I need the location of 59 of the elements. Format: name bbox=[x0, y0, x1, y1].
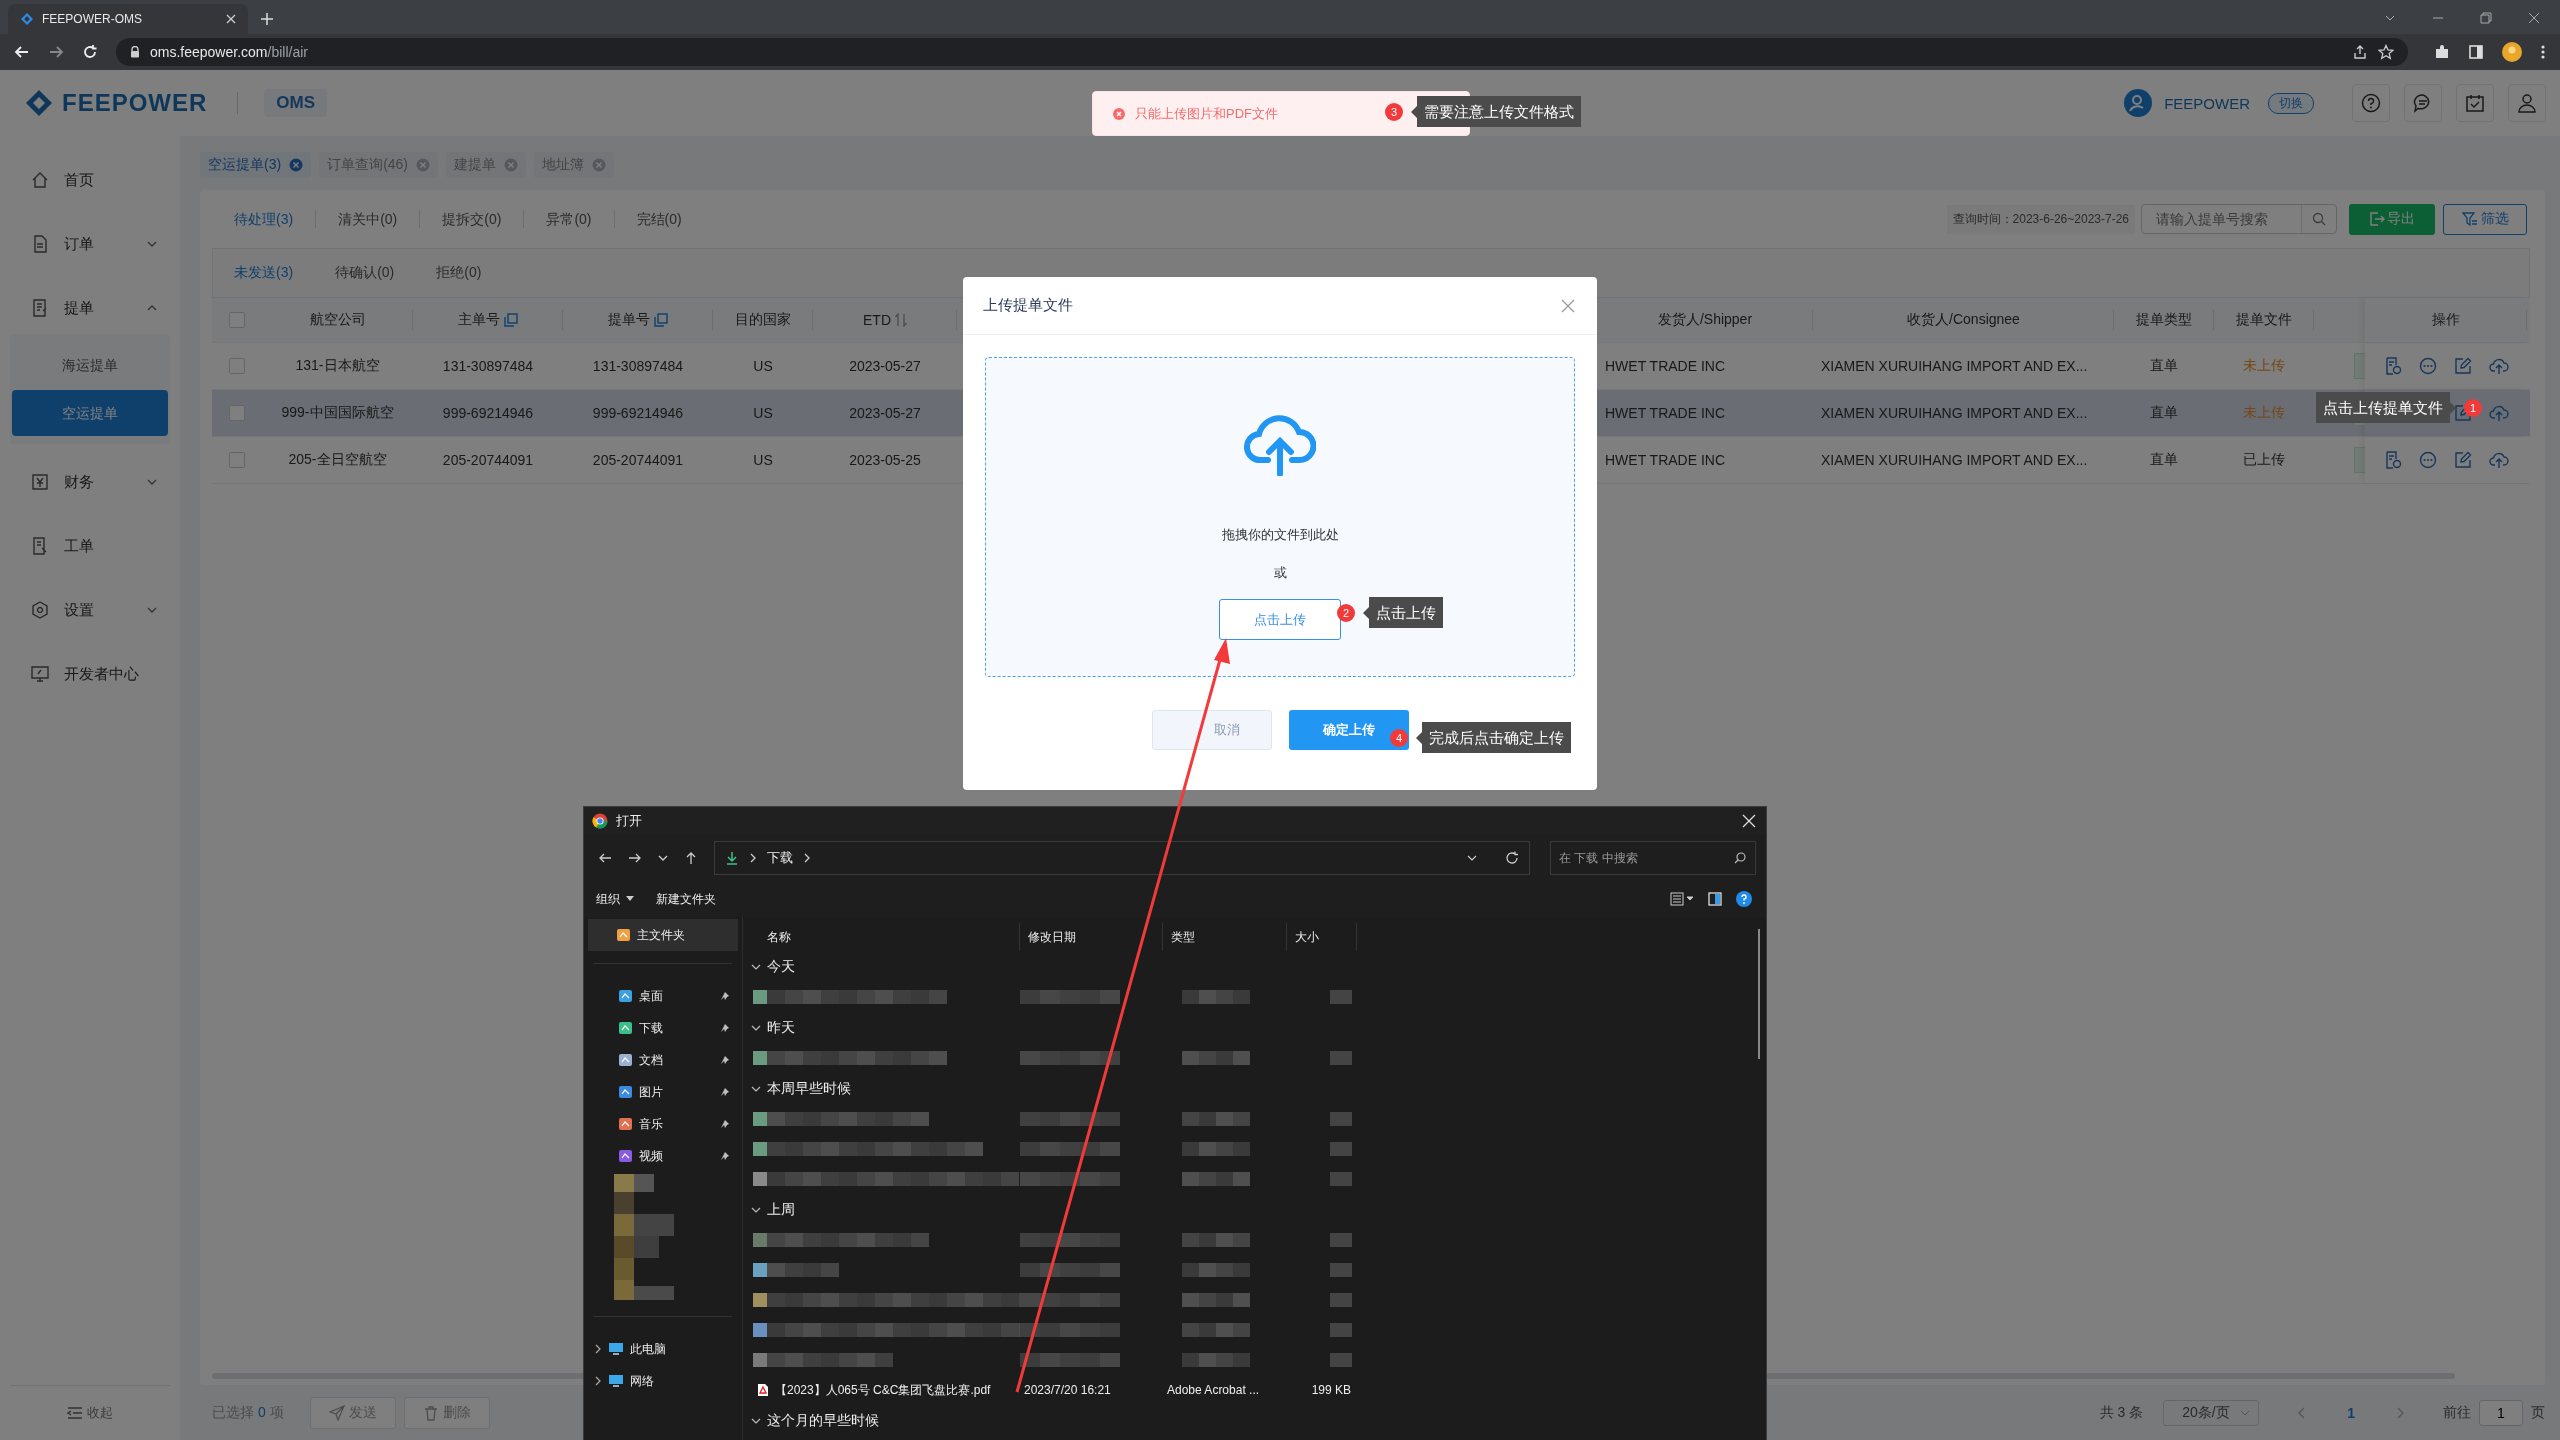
table-cell: 直单 bbox=[2150, 451, 2178, 469]
table-cell: US bbox=[753, 405, 773, 421]
product-name: OMS bbox=[264, 89, 328, 117]
table-cell: 2023-05-27 bbox=[849, 358, 921, 374]
tab-title: FEEPOWER-OMS bbox=[42, 12, 143, 26]
table-cell: 205-全日空航空 bbox=[288, 451, 387, 469]
table-cell: 直单 bbox=[2150, 357, 2178, 375]
file-size: 199 KB bbox=[1310, 1383, 1352, 1397]
query-time: 查询时间：2023-6-26~2023-7-26 bbox=[1946, 204, 2135, 234]
table-cell: 2023-05-25 bbox=[849, 452, 921, 468]
dialog-title: 打开 bbox=[616, 812, 642, 830]
table-cell: HWET TRADE INC bbox=[1605, 452, 1726, 468]
table-cell: 131-30897484 bbox=[442, 358, 534, 374]
table-cell: 2023-05-27 bbox=[849, 405, 921, 421]
column-header: 提单文件 bbox=[2236, 311, 2292, 329]
or-text: 或 bbox=[1273, 564, 1287, 582]
table-cell: XIAMEN XURUIHANG IMPORT AND EX... bbox=[1821, 405, 2088, 421]
file-date: 2023/7/20 16:21 bbox=[1023, 1383, 1112, 1397]
table-cell: XIAMEN XURUIHANG IMPORT AND EX... bbox=[1821, 358, 2088, 374]
column-header: 主单号 bbox=[458, 311, 500, 329]
table-cell: HWET TRADE INC bbox=[1605, 358, 1726, 374]
table-cell: 999-69214946 bbox=[592, 405, 684, 421]
total-count: 共 3 条 bbox=[2099, 1403, 2144, 1422]
annotation-tooltip: 点击上传提单文件 bbox=[2316, 392, 2456, 423]
url-text: oms.feepower.com/bill/air bbox=[150, 44, 308, 60]
table-cell: US bbox=[753, 358, 773, 374]
annotation-tooltip: 完成后点击确定上传 bbox=[1416, 722, 1571, 753]
table-cell: XIAMEN XURUIHANG IMPORT AND EX... bbox=[1821, 452, 2088, 468]
logo-text: FEEPOWER bbox=[62, 89, 208, 117]
column-header: 目的国家 bbox=[735, 311, 791, 329]
table-cell: 999-69214946 bbox=[442, 405, 534, 421]
column-header: 航空公司 bbox=[309, 311, 366, 329]
column-header: 发货人/Shipper bbox=[1657, 311, 1753, 329]
table-cell: 131-30897484 bbox=[592, 358, 684, 374]
file-name: 【2023】人065号 C&C集团飞盘比赛.pdf bbox=[775, 1381, 991, 1399]
table-cell: 999-中国国际航空 bbox=[281, 404, 394, 422]
column-header: 提单号 bbox=[608, 311, 650, 329]
page-unit: 页 bbox=[2531, 1403, 2545, 1422]
column-header: 收货人/Consignee bbox=[1907, 311, 2020, 329]
toast-message: 只能上传图片和PDF文件 bbox=[1135, 104, 1278, 123]
user-name: FEEPOWER bbox=[2164, 94, 2250, 112]
table-cell: 205-20744091 bbox=[592, 452, 684, 468]
file-status: 未上传 bbox=[2243, 357, 2285, 375]
column-header: ETD bbox=[863, 312, 891, 328]
table-cell: 205-20744091 bbox=[442, 452, 534, 468]
annotation-tooltip: 需要注意上传文件格式 bbox=[1411, 96, 1581, 127]
table-cell: HWET TRADE INC bbox=[1605, 405, 1726, 421]
annotation-tooltip: 点击上传 bbox=[1363, 597, 1443, 628]
drop-hint: 拖拽你的文件到此处 bbox=[1221, 526, 1339, 544]
goto-label: 前往 bbox=[2443, 1403, 2471, 1422]
table-cell: 131-日本航空 bbox=[295, 357, 380, 375]
file-type: Adobe Acrobat ... bbox=[1166, 1383, 1261, 1397]
column-header: 提单类型 bbox=[2136, 311, 2192, 329]
column-header: 操作 bbox=[2432, 311, 2460, 329]
table-cell: 直单 bbox=[2150, 404, 2178, 422]
file-status: 未上传 bbox=[2243, 404, 2285, 422]
dialog-title: 上传提单文件 bbox=[983, 296, 1073, 315]
table-cell: US bbox=[753, 452, 773, 468]
file-status: 已上传 bbox=[2243, 451, 2285, 469]
